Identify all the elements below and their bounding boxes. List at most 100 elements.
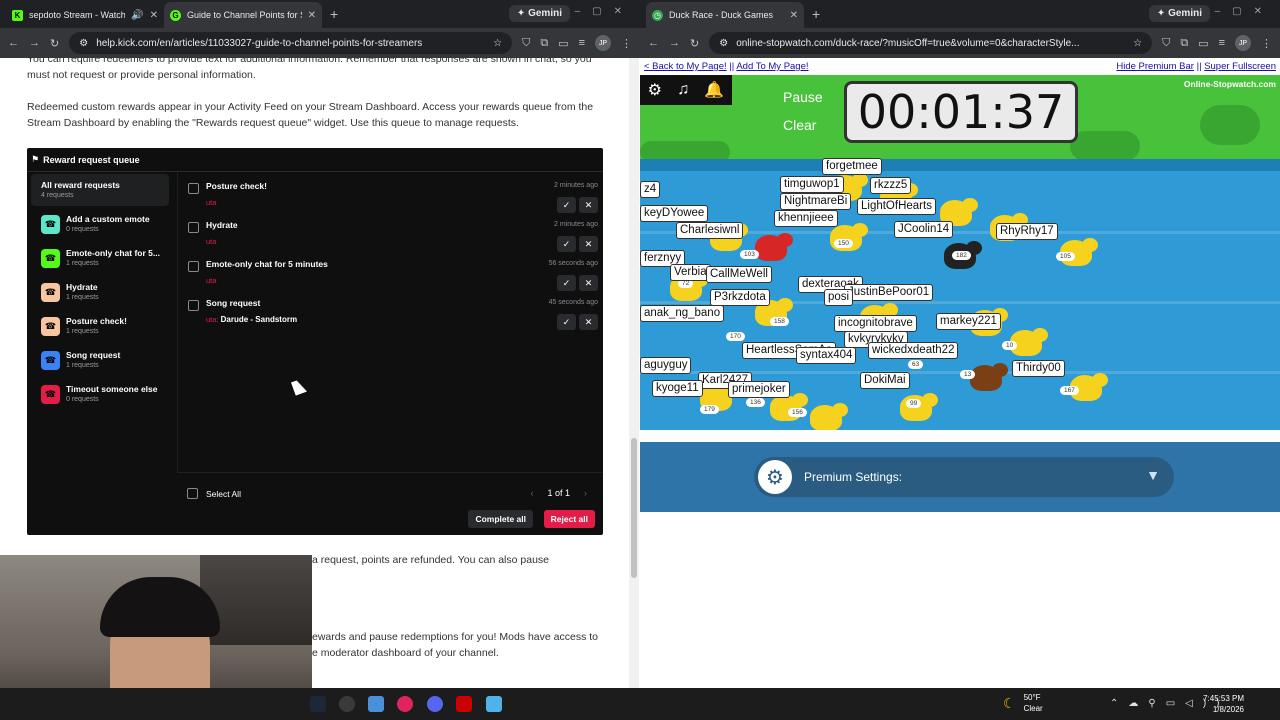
steam-icon[interactable]: [310, 696, 326, 712]
duck-name-label: Verbia: [670, 264, 711, 281]
settings-gear-icon[interactable]: ⚙: [648, 80, 662, 100]
weather-widget[interactable]: ☾ 50°F Clear: [1003, 692, 1043, 714]
reading-list-icon[interactable]: ≡: [579, 37, 585, 49]
select-all-checkbox[interactable]: [187, 488, 198, 499]
duck-name-label: khennjieee: [774, 210, 838, 227]
extension-icon[interactable]: ⛉: [522, 37, 530, 50]
reject-x-icon[interactable]: ✕: [579, 236, 598, 252]
premium-links-bar: < Back to My Page! || Add To My Page! Hi…: [640, 58, 1280, 75]
new-tab-button[interactable]: +: [804, 6, 828, 28]
select-all[interactable]: Select All: [187, 488, 241, 499]
sidebar-item-song-request[interactable]: ☎ Song request 1 requests: [31, 344, 169, 376]
window-controls[interactable]: –▢✕: [575, 6, 634, 17]
complete-all-button[interactable]: Complete all: [468, 510, 533, 528]
clear-button[interactable]: Clear: [783, 117, 816, 133]
sidebar-item-emote-only[interactable]: ☎ Emote-only chat for 5... 1 requests: [31, 242, 169, 274]
reject-x-icon[interactable]: ✕: [579, 197, 598, 213]
address-bar[interactable]: ⚙ online-stopwatch.com/duck-race/?musicO…: [709, 32, 1153, 54]
address-bar[interactable]: ⚙ help.kick.com/en/articles/11033027-gui…: [69, 32, 513, 54]
duck-name-label: incognitobrave: [834, 315, 917, 332]
bookmark-star-icon[interactable]: ☆: [1133, 38, 1142, 49]
sidebar-item-posture[interactable]: ☎ Posture check! 1 requests: [31, 310, 169, 342]
close-tab-icon[interactable]: ✕: [308, 10, 316, 21]
sound-bell-icon[interactable]: 🔔: [704, 80, 724, 100]
forward-arrow-icon[interactable]: →: [669, 37, 680, 49]
approve-check-icon[interactable]: ✓: [557, 197, 576, 213]
queue-requests: Posture check! 2 minutes ago uta ✓ ✕ Hyd…: [177, 172, 603, 472]
premium-settings-toggle[interactable]: ⚙ Premium Settings: ▼: [754, 457, 1174, 497]
puzzle-icon[interactable]: ⧉: [1180, 37, 1188, 50]
temperature: 50°F: [1023, 693, 1041, 702]
gemini-button[interactable]: ✦ Gemini: [1148, 5, 1210, 22]
obs-icon[interactable]: [339, 696, 355, 712]
close-tab-icon[interactable]: ✕: [150, 10, 158, 21]
reject-x-icon[interactable]: ✕: [579, 275, 598, 291]
tab-kick-stream[interactable]: K sepdoto Stream - Watch Li 🔊 ✕: [6, 2, 164, 28]
gemini-button[interactable]: ✦ Gemini: [508, 5, 570, 22]
request-checkbox[interactable]: [188, 261, 199, 272]
pause-button[interactable]: Pause: [783, 89, 823, 105]
back-to-my-page-link[interactable]: < Back to My Page!: [644, 61, 727, 72]
approve-check-icon[interactable]: ✓: [557, 236, 576, 252]
menu-icon[interactable]: ⋮: [621, 37, 632, 50]
approve-check-icon[interactable]: ✓: [557, 314, 576, 330]
reward-icon: ☎: [41, 248, 60, 268]
request-checkbox[interactable]: [188, 183, 199, 194]
hide-premium-bar-link[interactable]: Hide Premium Bar: [1116, 61, 1194, 72]
tab-strip: ◷ Duck Race - Duck Games ✕ + ✦ Gemini –▢…: [640, 0, 1280, 28]
sidebar-item-custom-emote[interactable]: ☎ Add a custom emote 0 requests: [31, 208, 169, 240]
super-fullscreen-link[interactable]: Super Fullscreen: [1204, 61, 1276, 72]
media-player-icon[interactable]: [397, 696, 413, 712]
request-user: uta: [206, 276, 217, 285]
site-info-icon[interactable]: ⚙: [79, 38, 88, 49]
settings-app-icon[interactable]: [368, 696, 384, 712]
extension-icon[interactable]: ⛉: [1162, 37, 1170, 50]
add-to-my-page-link[interactable]: Add To My Page!: [736, 61, 808, 72]
close-tab-icon[interactable]: ✕: [790, 10, 798, 21]
new-tab-button[interactable]: +: [322, 6, 346, 28]
menu-icon[interactable]: ⋮: [1261, 37, 1272, 50]
article-paragraph: a request, points are refunded. You can …: [312, 554, 550, 566]
next-page-icon[interactable]: ›: [584, 488, 587, 498]
tab-channel-points-guide[interactable]: G Guide to Channel Points for Str ✕: [164, 2, 322, 28]
window-controls[interactable]: –▢✕: [1215, 6, 1274, 17]
duck-race-game[interactable]: ⚙ ♫ 🔔 Pause Clear 00:01:37 Online-Stopwa…: [640, 75, 1280, 430]
scrollbar-thumb[interactable]: [631, 438, 637, 578]
reward-icon: ☎: [41, 316, 60, 336]
prev-page-icon[interactable]: ‹: [530, 488, 533, 498]
taskbar-clock[interactable]: 7:45:53 PM 1/8/2026: [1203, 693, 1244, 715]
reload-icon[interactable]: ↻: [690, 37, 699, 50]
cast-icon[interactable]: ▭: [558, 37, 568, 50]
duck-name-label: z4: [640, 181, 661, 198]
music-off-icon[interactable]: ♫: [677, 81, 689, 99]
tab-duck-race[interactable]: ◷ Duck Race - Duck Games ✕: [646, 2, 804, 28]
forward-arrow-icon[interactable]: →: [29, 37, 40, 49]
bookmark-star-icon[interactable]: ☆: [493, 38, 502, 49]
puzzle-icon[interactable]: ⧉: [540, 37, 548, 50]
back-arrow-icon[interactable]: ←: [8, 37, 19, 49]
reject-x-icon[interactable]: ✕: [579, 314, 598, 330]
url-text: online-stopwatch.com/duck-race/?musicOff…: [736, 37, 1080, 49]
reject-all-button[interactable]: Reject all: [543, 510, 595, 528]
reading-list-icon[interactable]: ≡: [1219, 37, 1225, 49]
sidebar-item-timeout[interactable]: ☎ Timeout someone else 0 requests: [31, 378, 169, 410]
settings-gear-icon: ⚙: [758, 460, 792, 494]
reload-icon[interactable]: ↻: [50, 37, 59, 50]
profile-avatar[interactable]: JP: [595, 35, 611, 51]
tab-audio-icon[interactable]: 🔊: [131, 10, 143, 21]
browser-toolbar: ← → ↻ ⚙ online-stopwatch.com/duck-race/?…: [640, 28, 1280, 58]
app-icon[interactable]: [456, 696, 472, 712]
notepad-icon[interactable]: [486, 696, 502, 712]
discord-icon[interactable]: [427, 696, 443, 712]
request-checkbox[interactable]: [188, 222, 199, 233]
page-scrollbar[interactable]: [629, 58, 639, 688]
request-checkbox[interactable]: [188, 300, 199, 311]
duck-name-label: P3rkzdota: [710, 289, 770, 306]
approve-check-icon[interactable]: ✓: [557, 275, 576, 291]
sidebar-item-hydrate[interactable]: ☎ Hydrate 1 requests: [31, 276, 169, 308]
profile-avatar[interactable]: JP: [1235, 35, 1251, 51]
site-info-icon[interactable]: ⚙: [719, 38, 728, 49]
back-arrow-icon[interactable]: ←: [648, 37, 659, 49]
cast-icon[interactable]: ▭: [1198, 37, 1208, 50]
sidebar-item-all[interactable]: All reward requests 4 requests: [31, 174, 169, 206]
